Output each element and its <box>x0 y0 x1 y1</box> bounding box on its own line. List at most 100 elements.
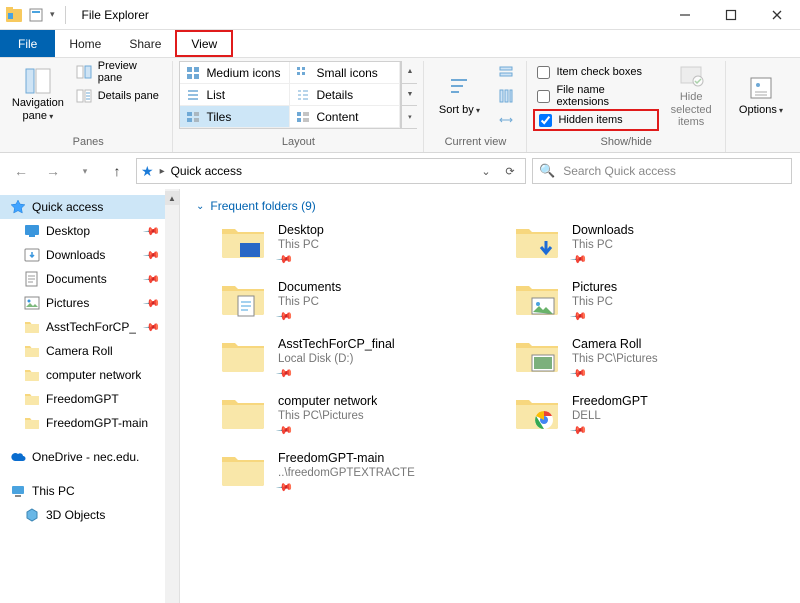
title-bar: ▾ File Explorer <box>0 0 800 30</box>
folder-item[interactable]: AsstTechForCP_finalLocal Disk (D:)📌 <box>220 337 494 380</box>
sidebar-item-label: Desktop <box>46 224 90 238</box>
details-pane-button[interactable]: Details pane <box>70 85 167 107</box>
add-columns-button[interactable] <box>492 85 520 107</box>
address-dropdown-button[interactable]: ⌄ <box>475 160 497 182</box>
folder-icon <box>24 343 40 359</box>
folder-item[interactable]: computer networkThis PC\Pictures📌 <box>220 394 494 437</box>
navigation-pane-button[interactable]: Navigation pane ▾ <box>10 61 66 129</box>
folder-item[interactable]: DocumentsThis PC📌 <box>220 280 494 323</box>
search-icon: 🔍 <box>539 163 555 179</box>
tab-share[interactable]: Share <box>115 30 175 57</box>
folder-item[interactable]: PicturesThis PC📌 <box>514 280 788 323</box>
minimize-button[interactable] <box>662 0 708 30</box>
sidebar-scrollbar[interactable]: ▲ <box>165 189 179 603</box>
sidebar-item[interactable]: Downloads📌 <box>0 243 179 267</box>
qat-dropdown-icon[interactable]: ▾ <box>50 9 55 20</box>
breadcrumb[interactable]: Quick access <box>171 164 242 178</box>
refresh-button[interactable]: ⟳ <box>499 160 521 182</box>
folder-icon <box>514 223 560 265</box>
folder-icon <box>220 394 266 436</box>
address-bar[interactable]: ★ ▸ Quick access ⌄ ⟳ <box>136 158 526 184</box>
layout-small-icons[interactable]: Small icons <box>290 62 400 84</box>
properties-icon[interactable] <box>28 7 44 23</box>
folder-item[interactable]: DownloadsThis PC📌 <box>514 223 788 266</box>
sidebar-item-label: This PC <box>32 484 75 498</box>
sidebar-item[interactable]: Pictures 📌 <box>0 291 179 315</box>
folder-item[interactable]: Camera RollThis PC\Pictures📌 <box>514 337 788 380</box>
layout-tiles[interactable]: Tiles <box>180 106 290 128</box>
ribbon-tabs: File Home Share View <box>0 30 800 58</box>
tab-home[interactable]: Home <box>55 30 115 57</box>
folder-icon <box>24 367 40 383</box>
folder-name: Camera Roll <box>572 337 658 351</box>
hidden-items-checkbox[interactable]: Hidden items <box>533 109 659 131</box>
pin-icon: 📌 <box>143 294 162 313</box>
options-button[interactable]: Options ▾ <box>732 61 790 129</box>
sort-by-button[interactable]: Sort by ▾ <box>430 61 488 129</box>
sidebar-item[interactable]: Camera Roll <box>0 339 179 363</box>
maximize-button[interactable] <box>708 0 754 30</box>
folder-item[interactable]: FreedomGPT-main..\freedomGPTEXTRACTE📌 <box>220 451 494 494</box>
sidebar-item-label: 3D Objects <box>46 508 105 522</box>
layout-content[interactable]: Content <box>290 106 400 128</box>
section-header[interactable]: ⌄ Frequent folders (9) <box>196 199 788 213</box>
layout-list[interactable]: List <box>180 84 290 106</box>
sidebar-item[interactable]: Documents📌 <box>0 267 179 291</box>
folder-icon <box>24 319 40 335</box>
folder-name: Desktop <box>278 223 324 237</box>
folder-icon <box>514 394 560 436</box>
size-columns-button[interactable] <box>492 109 520 131</box>
layout-medium-icons[interactable]: Medium icons <box>180 62 290 84</box>
onedrive-icon <box>10 449 26 465</box>
sidebar-item[interactable]: FreedomGPT-main <box>0 411 179 435</box>
sidebar-item-label: Pictures <box>46 296 89 310</box>
navigation-pane-icon <box>24 67 52 95</box>
tab-view[interactable]: View <box>175 30 233 57</box>
forward-button[interactable]: → <box>40 158 66 184</box>
folder-location: This PC <box>278 239 324 251</box>
sidebar-item[interactable]: AsstTechForCP_📌 <box>0 315 179 339</box>
sidebar-item[interactable]: Quick access <box>0 195 179 219</box>
folder-item[interactable]: FreedomGPTDELL📌 <box>514 394 788 437</box>
recent-locations-button[interactable]: ▾ <box>72 158 98 184</box>
sidebar-item[interactable]: Desktop📌 <box>0 219 179 243</box>
hide-selected-button[interactable]: Hide selected items <box>663 61 719 129</box>
search-box[interactable]: 🔍 Search Quick access <box>532 158 792 184</box>
folder-icon <box>220 451 266 493</box>
item-check-boxes-checkbox[interactable]: Item check boxes <box>533 61 659 83</box>
preview-pane-icon <box>76 64 92 80</box>
downloads-icon <box>24 247 40 263</box>
layout-details[interactable]: Details <box>290 84 400 106</box>
folder-location: ..\freedomGPTEXTRACTE <box>278 467 415 479</box>
tab-file[interactable]: File <box>0 30 55 57</box>
sidebar-item[interactable]: OneDrive - nec.edu. <box>0 445 179 469</box>
folder-icon <box>514 337 560 379</box>
sidebar-item[interactable]: FreedomGPT <box>0 387 179 411</box>
breadcrumb-chevron[interactable]: ▸ <box>160 166 165 177</box>
folder-icon <box>220 280 266 322</box>
folder-location: This PC <box>278 296 341 308</box>
folder-item[interactable]: DesktopThis PC📌 <box>220 223 494 266</box>
preview-pane-button[interactable]: Preview pane <box>70 61 167 83</box>
folder-icon <box>220 337 266 379</box>
layout-gallery[interactable]: Medium icons Small icons List Details Ti… <box>179 61 401 129</box>
back-button[interactable]: ← <box>8 158 34 184</box>
pin-icon: 📌 <box>572 367 658 380</box>
folder-name: Downloads <box>572 223 634 237</box>
up-button[interactable]: ↑ <box>104 158 130 184</box>
quick-access-icon: ★ <box>141 163 154 180</box>
pin-icon: 📌 <box>278 310 341 323</box>
documents-icon <box>24 271 40 287</box>
folder-name: AsstTechForCP_final <box>278 337 395 351</box>
sidebar-item-label: Quick access <box>32 200 103 214</box>
sidebar-item[interactable]: computer network <box>0 363 179 387</box>
close-button[interactable] <box>754 0 800 30</box>
file-name-extensions-checkbox[interactable]: File name extensions <box>533 85 659 107</box>
folder-icon <box>24 391 40 407</box>
group-by-icon <box>498 64 514 80</box>
sidebar-item[interactable]: This PC <box>0 479 179 503</box>
sidebar-item[interactable]: 3D Objects <box>0 503 179 527</box>
group-show-hide: Item check boxes File name extensions Hi… <box>527 61 726 152</box>
group-by-button[interactable] <box>492 61 520 83</box>
layout-gallery-scroll[interactable]: ▲▼▾ <box>401 61 417 129</box>
